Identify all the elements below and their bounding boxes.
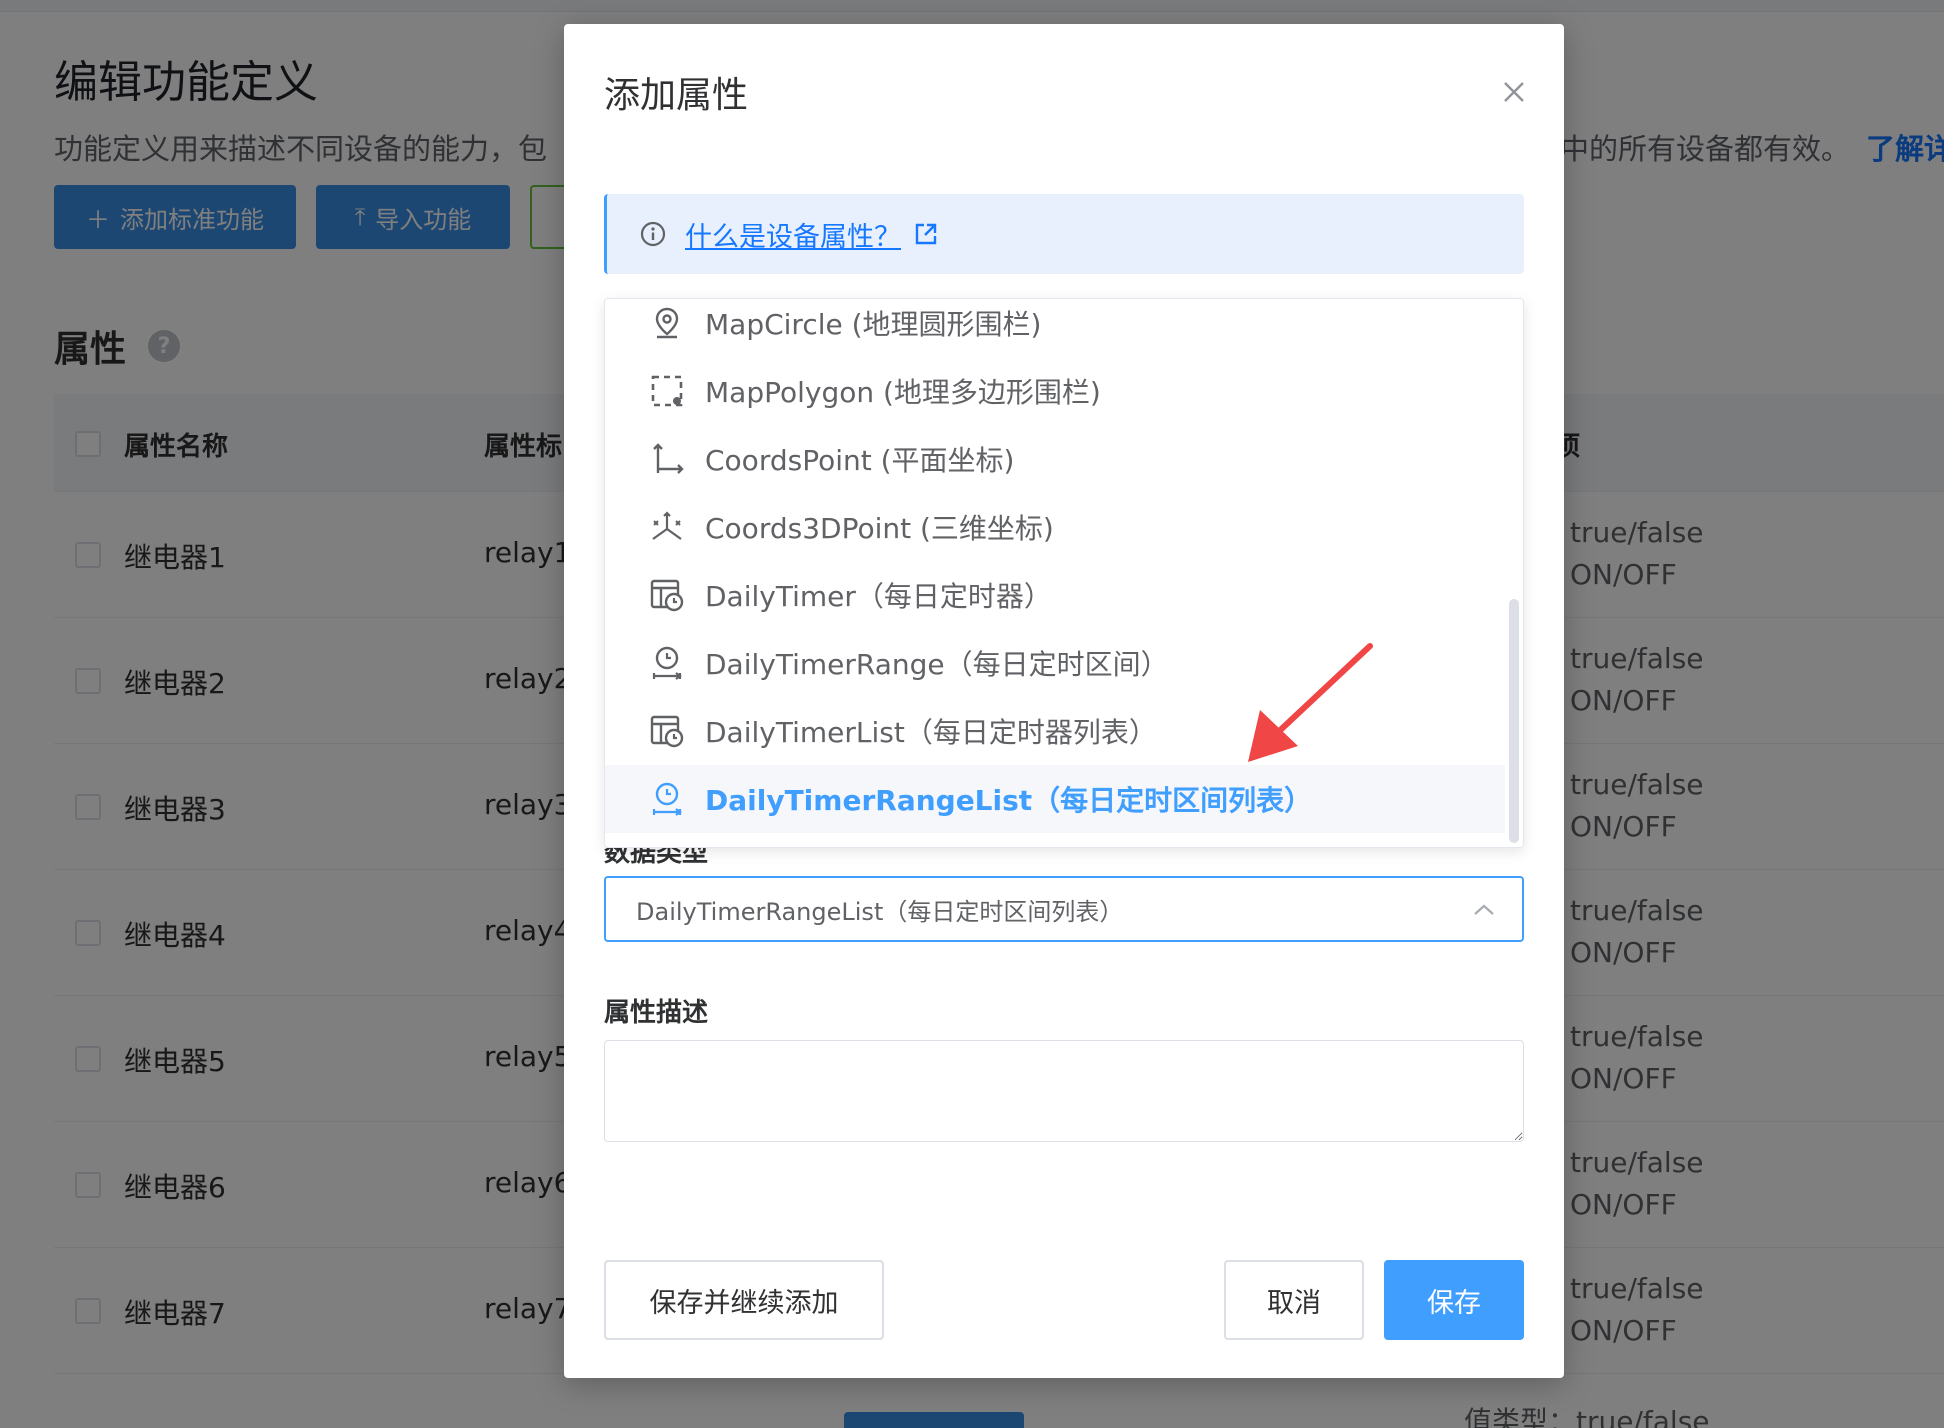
dropdown-option-dailytimer[interactable]: DailyTimer（每日定时器） — [605, 561, 1505, 629]
data-type-selected-value: DailyTimerRangeList（每日定时区间列表） — [636, 897, 1124, 926]
description-label: 属性描述 — [604, 998, 709, 1028]
axes-3d-icon — [649, 509, 685, 545]
dropdown-option-label: DailyTimerList（每日定时器列表） — [705, 716, 1157, 749]
cancel-button[interactable]: 取消 — [1224, 1260, 1364, 1340]
dropdown-option-label: DailyTimerRange（每日定时区间） — [705, 648, 1169, 681]
data-type-dropdown: MapCircle (地理圆形围栏) MapPolygon (地理多边形围栏) … — [604, 298, 1524, 848]
what-is-property-link[interactable]: 什么是设备属性？ — [685, 215, 939, 254]
dropdown-option-label: Coords3DPoint (三维坐标) — [705, 512, 1054, 545]
calendar-clock-icon — [649, 577, 685, 613]
calendar-clock-icon — [649, 713, 685, 749]
external-link-icon — [915, 223, 937, 245]
dropdown-option-label: CoordsPoint (平面坐标) — [705, 444, 1015, 477]
description-textarea[interactable] — [604, 1040, 1524, 1142]
add-property-dialog: 添加属性 什么是设备属性？ 数据类型 MapCircle (地理圆形围栏) Ma… — [564, 24, 1564, 1378]
map-pin-icon — [649, 305, 685, 341]
axes-2d-icon — [649, 441, 685, 477]
dropdown-scrollbar[interactable] — [1509, 599, 1519, 843]
annotation-arrow-icon — [1248, 643, 1373, 762]
clock-range-icon — [649, 645, 685, 681]
save-and-continue-button[interactable]: 保存并继续添加 — [604, 1260, 884, 1340]
close-button[interactable] — [1494, 72, 1534, 112]
dropdown-option-label: DailyTimer（每日定时器） — [705, 580, 1052, 613]
dropdown-option-mappolygon[interactable]: MapPolygon (地理多边形围栏) — [605, 357, 1505, 425]
dropdown-option-label: MapPolygon (地理多边形围栏) — [705, 376, 1101, 409]
save-button[interactable]: 保存 — [1384, 1260, 1524, 1340]
dropdown-option-coordspoint[interactable]: CoordsPoint (平面坐标) — [605, 425, 1505, 493]
dropdown-option-mapcircle[interactable]: MapCircle (地理圆形围栏) — [605, 299, 1505, 357]
dropdown-option-label: MapCircle (地理圆形围栏) — [705, 308, 1042, 341]
info-icon — [640, 221, 666, 247]
info-link-text: 什么是设备属性？ — [685, 221, 901, 253]
chevron-up-icon — [1474, 904, 1494, 915]
dialog-title: 添加属性 — [604, 75, 749, 116]
polygon-icon — [649, 373, 685, 409]
dropdown-option-dailytimerrangelist[interactable]: DailyTimerRangeList（每日定时区间列表） — [605, 765, 1505, 833]
dropdown-option-coords3dpoint[interactable]: Coords3DPoint (三维坐标) — [605, 493, 1505, 561]
dropdown-option-label: DailyTimerRangeList（每日定时区间列表） — [705, 784, 1313, 817]
data-type-select[interactable]: DailyTimerRangeList（每日定时区间列表） — [604, 876, 1524, 942]
clock-range-icon — [649, 781, 685, 817]
info-banner: 什么是设备属性？ — [604, 194, 1524, 274]
close-icon — [1504, 82, 1524, 102]
